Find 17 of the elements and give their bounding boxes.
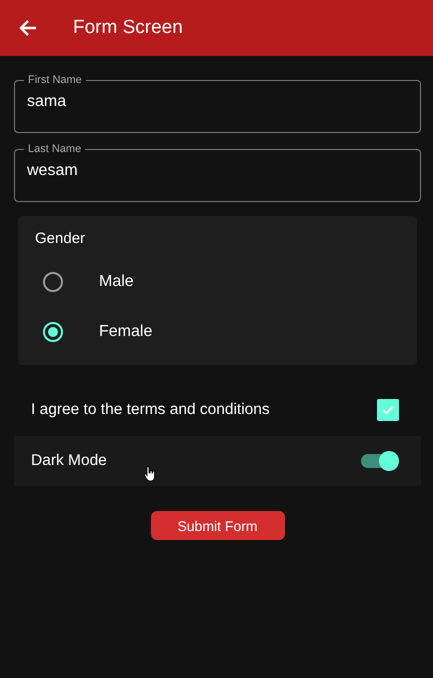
text-field[interactable]: Last Name wesam: [14, 143, 421, 202]
back-arrow-icon[interactable]: [18, 18, 38, 38]
option-label: Male: [99, 273, 134, 291]
field-value: sama: [27, 93, 68, 111]
screen-title: Form Screen: [73, 17, 183, 39]
field-label: Last Name: [27, 143, 82, 156]
field-value: wesam: [27, 162, 79, 180]
checkbox[interactable]: [377, 399, 399, 421]
radio-button[interactable]: [43, 272, 63, 292]
dark-mode-label: Dark Mode: [31, 452, 107, 470]
field-label: First Name: [27, 74, 83, 87]
option-label: Female: [99, 323, 152, 341]
card-title: Gender: [35, 230, 86, 247]
text-field[interactable]: First Name sama: [14, 74, 421, 133]
terms-label: I agree to the terms and conditions: [31, 401, 270, 419]
submit-button[interactable]: Submit Form: [150, 511, 284, 540]
hand-cursor-icon: [144, 466, 156, 482]
